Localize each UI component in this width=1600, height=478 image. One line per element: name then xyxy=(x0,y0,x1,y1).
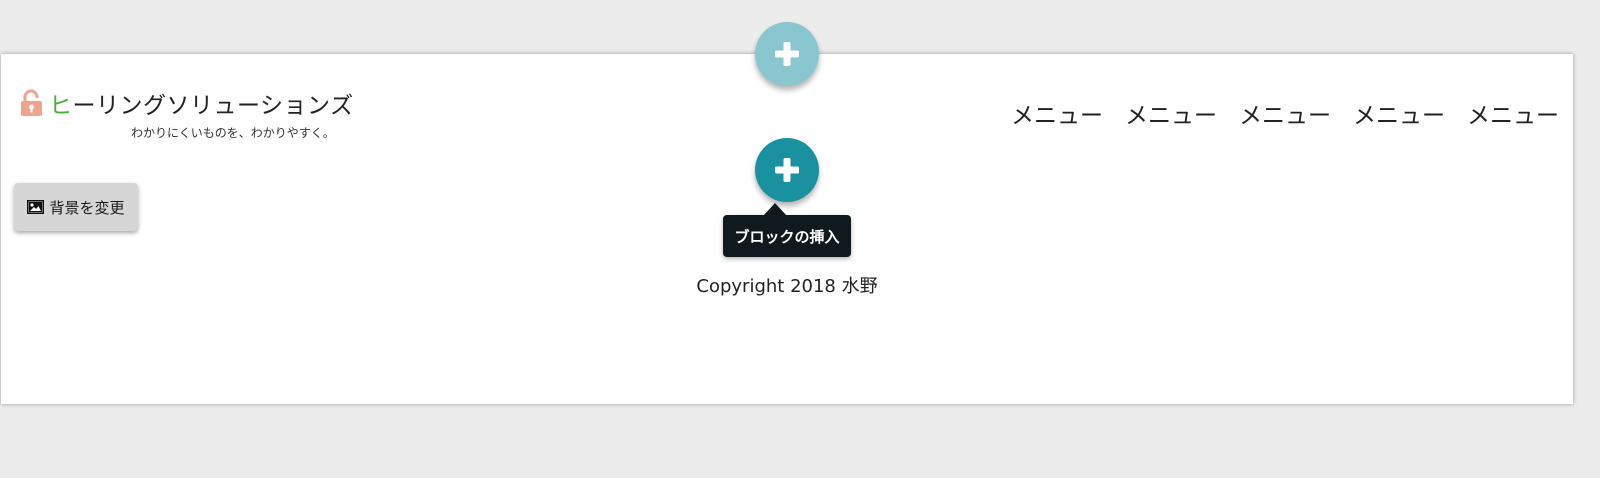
site-title-rest: ーリングソリューションズ xyxy=(72,93,354,119)
site-title: ヒーリングソリューションズ xyxy=(49,86,354,120)
image-icon xyxy=(27,200,45,214)
plus-icon xyxy=(775,42,799,66)
nav-item-menu-2[interactable]: メニュー xyxy=(1125,96,1217,130)
insert-block-button-top[interactable] xyxy=(755,22,819,86)
lock-icon xyxy=(21,89,42,116)
insert-block-button[interactable] xyxy=(755,138,819,202)
site-logo[interactable]: ヒーリングソリューションズ xyxy=(19,86,354,120)
plus-icon xyxy=(775,158,799,182)
site-tagline: わかりにくいものを、わかりやすく。 xyxy=(131,126,335,140)
nav-item-menu-5[interactable]: メニュー xyxy=(1467,96,1559,130)
nav-item-menu-3[interactable]: メニュー xyxy=(1239,96,1331,130)
footer-copyright: Copyright 2018 水野 xyxy=(696,276,878,297)
nav-item-menu-1[interactable]: メニュー xyxy=(1011,96,1103,130)
nav-item-menu-4[interactable]: メニュー xyxy=(1353,96,1445,130)
change-background-label: 背景を変更 xyxy=(49,198,125,217)
site-title-accent: ヒ xyxy=(49,93,73,119)
main-nav: メニュー メニュー メニュー メニュー メニュー xyxy=(1011,96,1559,130)
editor-stage: ヒーリングソリューションズ わかりにくいものを、わかりやすく。 メニュー メニュ… xyxy=(0,0,1600,478)
change-background-button[interactable]: 背景を変更 xyxy=(14,183,138,231)
insert-block-tooltip: ブロックの挿入 xyxy=(723,215,851,257)
